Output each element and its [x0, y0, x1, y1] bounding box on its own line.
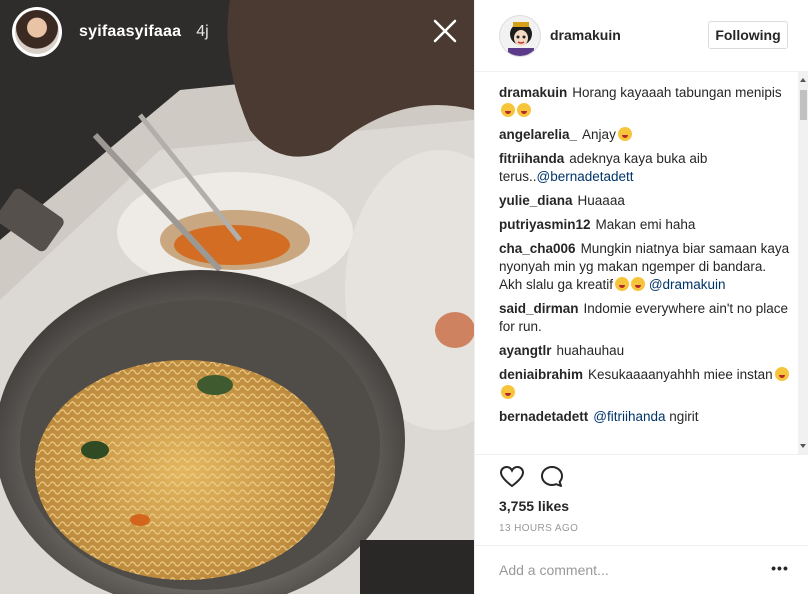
- avatar-image: [15, 10, 59, 54]
- emoji-icon: [517, 103, 531, 117]
- emoji-icon: [615, 277, 630, 291]
- comment-item: putriyasmin12 Makan emi haha: [499, 216, 791, 234]
- heart-icon[interactable]: [499, 464, 525, 490]
- speech-bubble-icon[interactable]: [539, 464, 565, 490]
- comment-text: Anjay: [582, 127, 616, 142]
- add-comment-bar: •••: [475, 545, 808, 594]
- story-viewer: syifaasyifaaa 4j: [0, 0, 474, 594]
- comment-username[interactable]: angelarelia_: [499, 127, 577, 142]
- comment-mention[interactable]: @fitriihanda: [593, 409, 665, 424]
- emoji-icon: [617, 127, 632, 141]
- following-button[interactable]: Following: [708, 21, 788, 49]
- likes-count[interactable]: 3,755 likes: [499, 498, 569, 514]
- comment-item: angelarelia_ Anjay: [499, 126, 791, 144]
- comment-username[interactable]: fitriihanda: [499, 151, 564, 166]
- comment-text: Horang kayaaah tabungan menipis: [572, 85, 782, 100]
- post-panel: dramakuin Following dramakuin Horang kaya…: [474, 0, 808, 594]
- comment-item: bernadetadett @fitriihanda ngirit: [499, 408, 791, 426]
- post-author-username[interactable]: dramakuin: [550, 27, 621, 43]
- comment-username[interactable]: said_dirman: [499, 301, 579, 316]
- story-video-frame: [0, 0, 474, 594]
- emoji-icon: [631, 277, 646, 291]
- comment-item: yulie_diana Huaaaa: [499, 192, 791, 210]
- scroll-down-arrow-icon[interactable]: [800, 444, 806, 448]
- comment-text: Makan emi haha: [595, 217, 696, 232]
- comment-username[interactable]: putriyasmin12: [499, 217, 591, 232]
- story-timestamp: 4j: [196, 23, 209, 40]
- story-username[interactable]: syifaasyifaaa: [79, 23, 181, 41]
- comment-item: ayangtlr huahauhau: [499, 342, 791, 360]
- comment-username[interactable]: dramakuin: [499, 85, 567, 100]
- avatar-illustration: [500, 16, 540, 56]
- comment-text: huahauhau: [556, 343, 625, 358]
- comment-username[interactable]: ayangtlr: [499, 343, 552, 358]
- comment-mention[interactable]: @dramakuin: [649, 277, 726, 292]
- comment-item: deniaibrahim Kesukaaaanyahhh miee instan: [499, 366, 791, 402]
- post-actions: 3,755 likes 13 HOURS AGO: [475, 454, 808, 544]
- post-timestamp: 13 HOURS AGO: [499, 523, 579, 534]
- comment-input[interactable]: [499, 559, 749, 581]
- comment-item: fitriihanda adeknya kaya buka aib terus..…: [499, 150, 791, 186]
- emoji-icon: [774, 367, 789, 381]
- comment-text: ngirit: [669, 409, 699, 424]
- more-options-icon[interactable]: •••: [771, 560, 789, 580]
- comment-username[interactable]: cha_cha006: [499, 241, 576, 256]
- close-icon[interactable]: [430, 16, 460, 46]
- comments-list: dramakuin Horang kayaaah tabungan menipis…: [499, 84, 791, 450]
- comment-username[interactable]: yulie_diana: [499, 193, 573, 208]
- comment-item: said_dirman Indomie everywhere ain't no p…: [499, 300, 791, 336]
- emoji-icon: [501, 385, 515, 399]
- comment-username[interactable]: deniaibrahim: [499, 367, 583, 382]
- comments-scrollbar[interactable]: [798, 72, 808, 454]
- comment-item: cha_cha006 Mungkin niatnya biar samaan ka…: [499, 240, 791, 294]
- post-author-avatar[interactable]: [499, 15, 541, 57]
- comment-text: Kesukaaaanyahhh miee instan: [588, 367, 773, 382]
- comment-text: Huaaaa: [577, 193, 625, 208]
- comment-item: dramakuin Horang kayaaah tabungan menipis: [499, 84, 791, 120]
- post-header: dramakuin Following: [475, 0, 808, 72]
- story-header: syifaasyifaaa 4j: [0, 0, 474, 64]
- scroll-thumb[interactable]: [800, 90, 807, 120]
- story-avatar[interactable]: [12, 7, 62, 57]
- scroll-up-arrow-icon[interactable]: [800, 78, 806, 82]
- emoji-icon: [501, 103, 515, 117]
- comment-mention[interactable]: @bernadetadett: [537, 169, 634, 184]
- comment-username[interactable]: bernadetadett: [499, 409, 588, 424]
